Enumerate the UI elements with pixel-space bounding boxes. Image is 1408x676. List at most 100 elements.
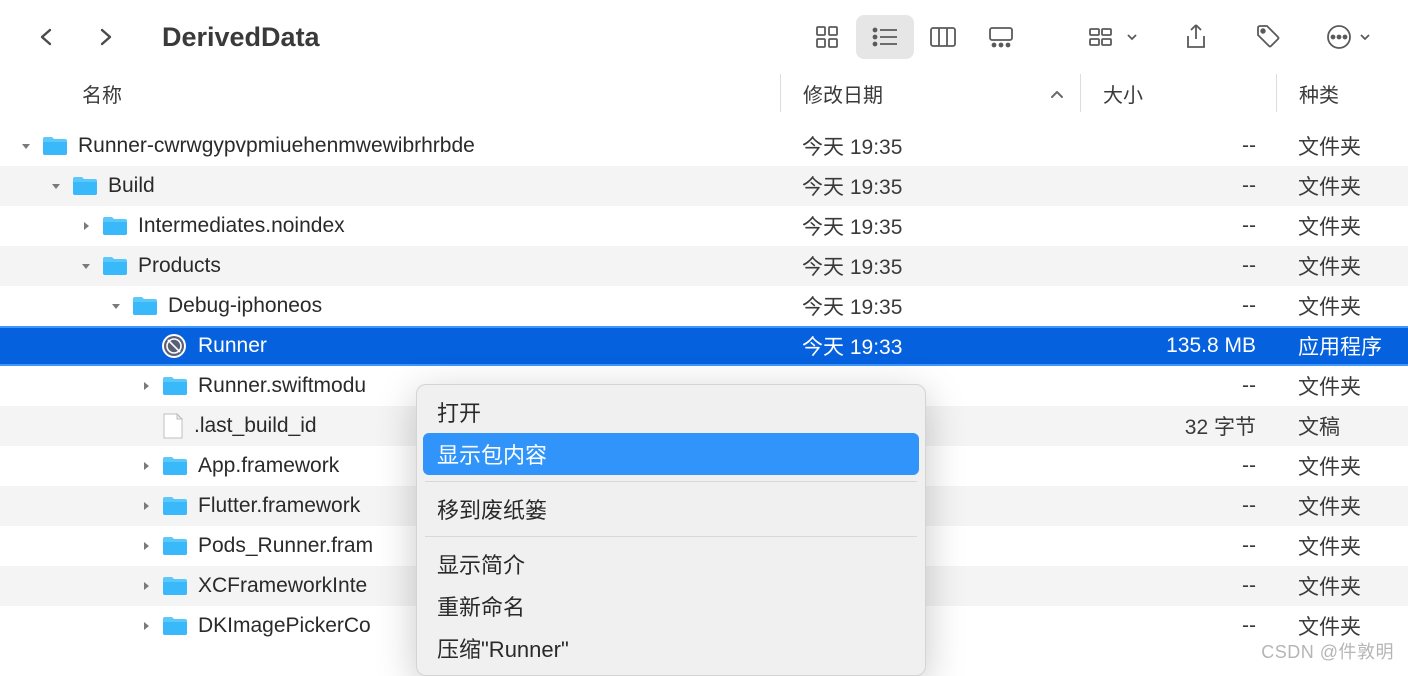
file-name: DKImagePickerCo bbox=[198, 614, 371, 638]
watermark: CSDN @件敦明 bbox=[1261, 638, 1394, 664]
file-kind: 文件夹 bbox=[1276, 491, 1408, 521]
disclosure-triangle-icon[interactable] bbox=[138, 618, 154, 634]
disclosure-triangle-icon bbox=[138, 418, 154, 434]
menu-item[interactable]: 重新命名 bbox=[423, 585, 919, 627]
column-kind-header[interactable]: 种类 bbox=[1276, 74, 1408, 112]
file-kind: 文件夹 bbox=[1276, 371, 1408, 401]
disclosure-triangle-icon[interactable] bbox=[108, 298, 124, 314]
folder-icon bbox=[162, 535, 188, 557]
column-date-header[interactable]: 修改日期 bbox=[780, 74, 1080, 112]
file-row[interactable]: Intermediates.noindex今天 19:35--文件夹 bbox=[0, 206, 1408, 246]
folder-icon bbox=[162, 495, 188, 517]
file-kind: 文件夹 bbox=[1276, 531, 1408, 561]
disclosure-triangle-icon[interactable] bbox=[78, 218, 94, 234]
menu-separator bbox=[425, 536, 917, 537]
file-date: 今天 19:35 bbox=[780, 211, 1080, 241]
file-name: Debug-iphoneos bbox=[168, 294, 322, 318]
folder-icon bbox=[102, 215, 128, 237]
disclosure-triangle-icon[interactable] bbox=[18, 138, 34, 154]
column-view-button[interactable] bbox=[914, 15, 972, 59]
file-date: 今天 19:33 bbox=[780, 331, 1080, 361]
disclosure-triangle-icon[interactable] bbox=[138, 578, 154, 594]
file-kind: 文件夹 bbox=[1276, 131, 1408, 161]
disclosure-triangle-icon[interactable] bbox=[78, 258, 94, 274]
disclosure-triangle-icon[interactable] bbox=[138, 378, 154, 394]
folder-icon bbox=[42, 135, 68, 157]
column-name-header[interactable]: 名称 bbox=[0, 79, 780, 108]
file-name: App.framework bbox=[198, 454, 339, 478]
disclosure-triangle-icon[interactable] bbox=[138, 458, 154, 474]
file-size: -- bbox=[1080, 294, 1276, 318]
file-name: Flutter.framework bbox=[198, 494, 360, 518]
menu-item[interactable]: 压缩"Runner" bbox=[423, 627, 919, 669]
folder-icon bbox=[162, 615, 188, 637]
gallery-view-button[interactable] bbox=[972, 15, 1030, 59]
file-name: .last_build_id bbox=[194, 414, 317, 438]
file-name: Pods_Runner.fram bbox=[198, 534, 373, 558]
disclosure-triangle-icon[interactable] bbox=[138, 538, 154, 554]
menu-item[interactable]: 移到废纸篓 bbox=[423, 488, 919, 530]
file-kind: 文件夹 bbox=[1276, 291, 1408, 321]
file-size: 32 字节 bbox=[1080, 411, 1276, 441]
disclosure-triangle-icon bbox=[138, 338, 154, 354]
file-row[interactable]: Debug-iphoneos 今天 19:35--文件夹 bbox=[0, 286, 1408, 326]
file-size: -- bbox=[1080, 374, 1276, 398]
folder-icon bbox=[162, 455, 188, 477]
file-row[interactable]: Runner 今天 19:33135.8 MB应用程序 bbox=[0, 326, 1408, 366]
file-date: 今天 19:35 bbox=[780, 251, 1080, 281]
menu-separator bbox=[425, 481, 917, 482]
menu-item[interactable]: 显示包内容 bbox=[423, 433, 919, 475]
menu-item[interactable]: 显示简介 bbox=[423, 543, 919, 585]
file-name: Runner bbox=[198, 334, 267, 358]
file-size: -- bbox=[1080, 174, 1276, 198]
file-size: 135.8 MB bbox=[1080, 334, 1276, 358]
folder-icon bbox=[72, 175, 98, 197]
file-row[interactable]: Build 今天 19:35--文件夹 bbox=[0, 166, 1408, 206]
file-kind: 应用程序 bbox=[1276, 331, 1408, 361]
file-size: -- bbox=[1080, 454, 1276, 478]
action-menu-button[interactable] bbox=[1316, 15, 1380, 59]
file-name: Products bbox=[138, 254, 221, 278]
folder-icon bbox=[102, 255, 128, 277]
document-icon bbox=[162, 413, 184, 439]
file-kind: 文件夹 bbox=[1276, 211, 1408, 241]
file-date: 今天 19:35 bbox=[780, 171, 1080, 201]
folder-icon bbox=[132, 295, 158, 317]
group-by-button[interactable] bbox=[1078, 15, 1148, 59]
context-menu: 打开显示包内容移到废纸篓显示简介重新命名压缩"Runner" bbox=[416, 384, 926, 676]
file-row[interactable]: Products今天 19:35--文件夹 bbox=[0, 246, 1408, 286]
list-view-button[interactable] bbox=[856, 15, 914, 59]
file-kind: 文件夹 bbox=[1276, 611, 1408, 641]
file-row[interactable]: Runner-cwrwgypvpmiuehenmwewibrhrbde 今天 19… bbox=[0, 126, 1408, 166]
folder-icon bbox=[162, 575, 188, 597]
file-name: Runner.swiftmodu bbox=[198, 374, 366, 398]
folder-icon bbox=[162, 375, 188, 397]
menu-item[interactable]: 打开 bbox=[423, 391, 919, 433]
toolbar: DerivedData bbox=[0, 0, 1408, 74]
file-size: -- bbox=[1080, 534, 1276, 558]
forward-button[interactable] bbox=[96, 28, 114, 46]
file-date: 今天 19:35 bbox=[780, 131, 1080, 161]
file-size: -- bbox=[1080, 134, 1276, 158]
file-size: -- bbox=[1080, 494, 1276, 518]
window-title: DerivedData bbox=[162, 22, 320, 53]
file-name: XCFrameworkInte bbox=[198, 574, 367, 598]
file-kind: 文件夹 bbox=[1276, 251, 1408, 281]
file-date: 今天 19:35 bbox=[780, 291, 1080, 321]
file-size: -- bbox=[1080, 214, 1276, 238]
tag-button[interactable] bbox=[1244, 15, 1292, 59]
file-kind: 文稿 bbox=[1276, 411, 1408, 441]
file-size: -- bbox=[1080, 614, 1276, 638]
back-button[interactable] bbox=[38, 28, 56, 46]
disclosure-triangle-icon[interactable] bbox=[138, 498, 154, 514]
column-size-header[interactable]: 大小 bbox=[1080, 74, 1276, 112]
icon-view-button[interactable] bbox=[798, 15, 856, 59]
file-name: Build bbox=[108, 174, 155, 198]
file-kind: 文件夹 bbox=[1276, 171, 1408, 201]
view-mode-group bbox=[798, 15, 1030, 59]
disclosure-triangle-icon[interactable] bbox=[48, 178, 64, 194]
file-name: Runner-cwrwgypvpmiuehenmwewibrhrbde bbox=[78, 134, 475, 158]
sort-indicator-icon bbox=[1050, 82, 1064, 105]
share-button[interactable] bbox=[1172, 15, 1220, 59]
column-header: 名称 修改日期 大小 种类 bbox=[0, 74, 1408, 112]
